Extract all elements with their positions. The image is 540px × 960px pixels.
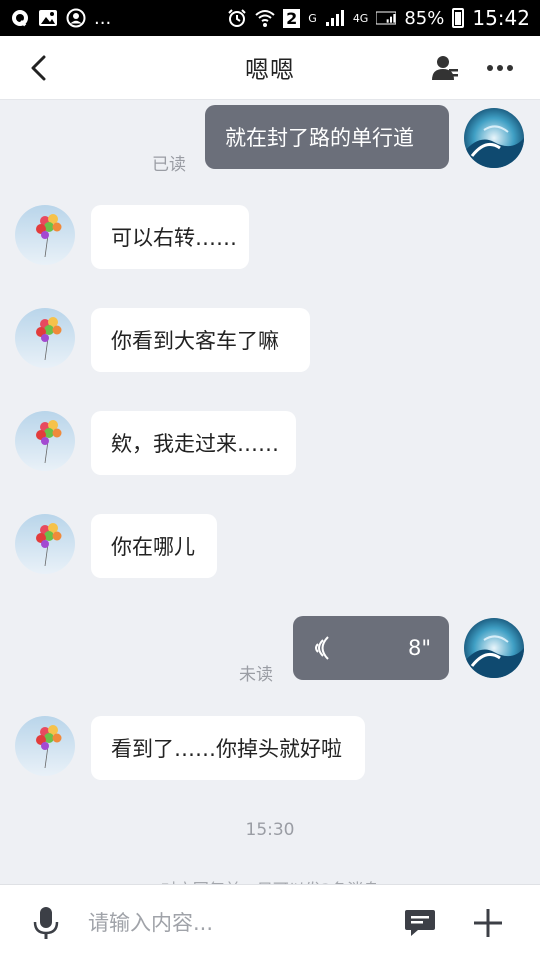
wifi-icon — [255, 8, 275, 28]
read-status: 未读 — [239, 665, 273, 685]
message-text: 看到了……你掉头就好啦 — [111, 737, 342, 761]
message-bubble-outgoing[interactable]: 就在封了路的单行道 — [205, 105, 449, 169]
signal-4g-icon — [376, 8, 397, 28]
message-text: 你在哪儿 — [111, 535, 195, 559]
voice-message-bubble[interactable]: 8" — [293, 616, 449, 680]
status-bar-left: ... — [10, 8, 111, 29]
contact-profile-button[interactable] — [428, 50, 464, 86]
my-avatar[interactable] — [464, 618, 524, 678]
message-bubble-incoming[interactable]: 欸，我走过来…… — [91, 411, 296, 475]
sim-badge: 2 — [283, 8, 301, 28]
my-avatar[interactable] — [464, 108, 524, 168]
message-text: 你看到大客车了嘛 — [111, 329, 279, 353]
status-bar: ... 2 G 4G 85% 15:42 — [0, 0, 540, 36]
qq-icon — [10, 8, 30, 28]
account-icon — [66, 8, 86, 28]
balloons-avatar-image — [15, 411, 75, 471]
quick-reply-button[interactable] — [402, 905, 438, 941]
balloons-avatar-image — [15, 205, 75, 265]
message-bubble-incoming[interactable]: 你看到大客车了嘛 — [91, 308, 310, 372]
battery-percent: 85% — [404, 7, 445, 29]
network-g: G — [308, 11, 317, 25]
add-attachment-button[interactable] — [470, 905, 506, 941]
message-text: 可以右转…… — [111, 226, 237, 250]
signal-icon — [325, 8, 345, 28]
back-icon — [31, 55, 46, 81]
message-text: 就在封了路的单行道 — [225, 126, 414, 150]
timestamp: 15:30 — [245, 820, 295, 840]
more-options-button[interactable] — [482, 50, 518, 86]
message-input[interactable] — [88, 903, 378, 943]
status-bar-right: 2 G 4G 85% 15:42 — [227, 6, 530, 30]
input-bar — [0, 884, 540, 960]
contact-avatar[interactable] — [15, 716, 75, 776]
image-icon — [38, 8, 58, 28]
contact-avatar[interactable] — [15, 205, 75, 265]
balloons-avatar-image — [15, 514, 75, 574]
balloons-avatar-image — [15, 308, 75, 368]
more-notifications: ... — [94, 7, 112, 29]
plus-icon — [474, 909, 502, 937]
contact-avatar[interactable] — [15, 308, 75, 368]
message-bubble-incoming[interactable]: 可以右转…… — [91, 205, 249, 269]
contact-avatar[interactable] — [15, 411, 75, 471]
balloons-avatar-image — [15, 716, 75, 776]
network-4g: 4G — [352, 11, 369, 25]
mic-icon — [33, 907, 59, 939]
clock: 15:42 — [472, 6, 530, 30]
voice-wave-icon — [315, 636, 329, 660]
profile-icon — [432, 56, 458, 80]
alarm-icon — [227, 8, 247, 28]
wave-avatar-image — [464, 108, 524, 168]
battery-icon — [452, 8, 465, 28]
chat-header: 嗯嗯 — [0, 36, 540, 100]
voice-input-button[interactable] — [30, 905, 62, 941]
read-status: 已读 — [152, 155, 186, 175]
wave-avatar-image — [464, 618, 524, 678]
back-button[interactable] — [22, 52, 54, 84]
message-bubble-incoming[interactable]: 看到了……你掉头就好啦 — [91, 716, 365, 780]
message-text: 欸，我走过来…… — [111, 432, 279, 456]
contact-avatar[interactable] — [15, 514, 75, 574]
voice-duration: 8" — [407, 636, 431, 660]
message-bubble-incoming[interactable]: 你在哪儿 — [91, 514, 217, 578]
more-icon — [487, 65, 513, 71]
chat-title: 嗯嗯 — [245, 56, 295, 84]
chat-bubble-icon — [405, 910, 435, 936]
